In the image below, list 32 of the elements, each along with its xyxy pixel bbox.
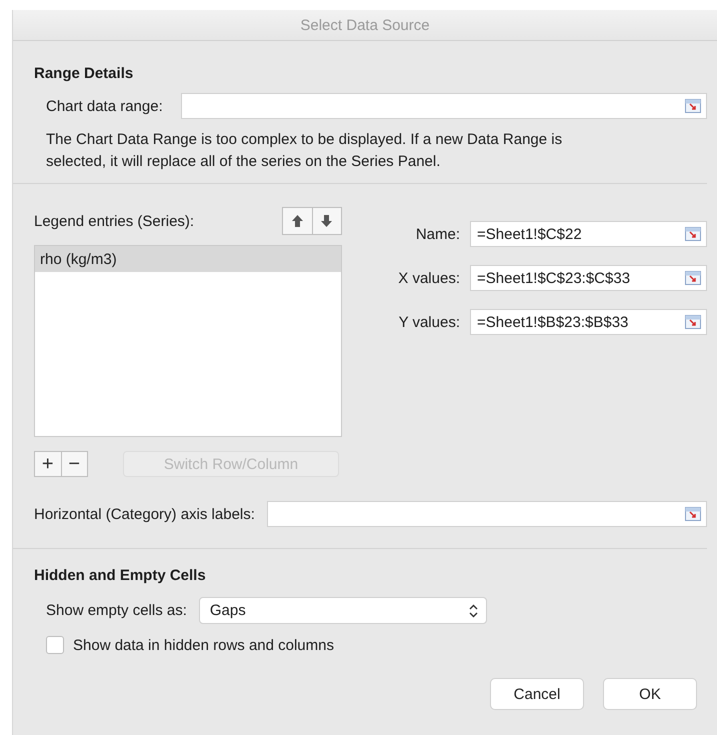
field-label: X values: <box>397 270 460 286</box>
series-field[interactable]: =Sheet1!$C$23:$C$33 <box>470 265 707 291</box>
range-picker-icon[interactable] <box>685 507 701 521</box>
series-label: Legend entries (Series): <box>34 212 194 230</box>
stepper-chevron-icon <box>468 604 478 618</box>
arrow-down-icon <box>321 215 332 227</box>
field-label: Horizontal (Category) axis labels: <box>34 506 255 522</box>
range-picker-icon[interactable] <box>685 315 701 329</box>
dialog-button[interactable]: Cancel <box>490 678 584 710</box>
field-label: Chart data range: <box>46 98 163 114</box>
window-title: Select Data Source <box>300 16 430 34</box>
range-picker-icon[interactable] <box>685 271 701 285</box>
dialog-button[interactable]: OK <box>603 678 697 710</box>
range-picker-icon[interactable] <box>685 99 701 113</box>
series-field[interactable]: =Sheet1!$C$22 <box>470 221 707 247</box>
field-label: Name: <box>414 226 460 242</box>
add-button[interactable]: + <box>35 452 60 476</box>
range-picker-icon[interactable] <box>685 227 701 241</box>
empty-cells-select[interactable]: Gaps <box>198 597 487 624</box>
field-label: Y values: <box>398 314 460 330</box>
field-label: Show empty cells as: <box>46 602 187 619</box>
remove-button[interactable]: − <box>60 452 87 476</box>
checkbox[interactable] <box>46 636 64 654</box>
section-heading: Hidden and Empty Cells <box>34 567 207 584</box>
series-item[interactable]: rho (kg/m3) <box>35 246 341 272</box>
chart-range-field[interactable] <box>180 93 707 119</box>
series-field[interactable]: =Sheet1!$B$23:$B$33 <box>470 309 707 335</box>
info-text: The Chart Data Range is too complex to be displayed. If a new Data Range is selected, it will replace all of the series on the Series Panel. <box>45 130 564 172</box>
section-heading: Range Details <box>34 65 134 82</box>
axis-labels-field[interactable] <box>266 501 707 527</box>
checkbox-label: Show data in hidden rows and columns <box>73 636 334 654</box>
arrow-up-icon <box>292 215 303 227</box>
